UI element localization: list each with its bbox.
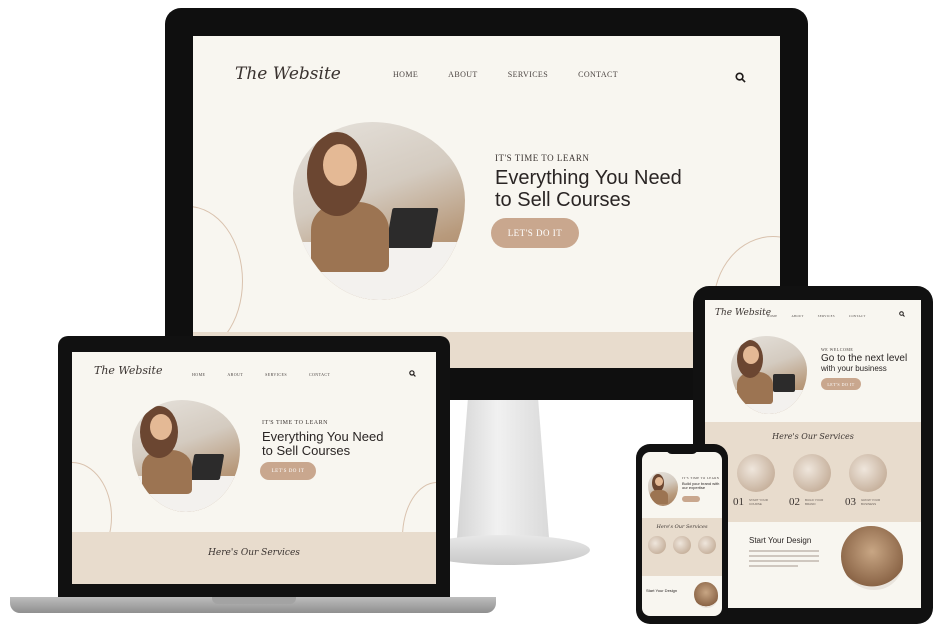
nav-contact[interactable]: CONTACT (578, 70, 618, 79)
nav-home[interactable]: HOME (393, 70, 418, 79)
cta-button[interactable]: LET'S DO IT (491, 218, 579, 248)
services-band (72, 532, 436, 584)
service-image-3 (849, 454, 887, 492)
phone-screen: IT'S TIME TO LEARN Build your brand with… (642, 452, 722, 616)
site-logo[interactable]: The Website (235, 64, 341, 84)
tablet: The Website HOME ABOUT SERVICES CONTACT … (693, 286, 933, 624)
desktop-nav: HOME ABOUT SERVICES CONTACT (393, 70, 618, 79)
hero-headline: Everything You Need to Sell Courses (495, 167, 745, 211)
service-image-1 (648, 536, 666, 554)
hero-headline: Build your brand with our expertise (682, 481, 720, 491)
hero-headline-line-1: Everything You Need (262, 429, 384, 444)
hero-kicker: IT'S TIME TO LEARN (682, 476, 720, 480)
start-design-title: Start Your Design (749, 536, 812, 545)
service-image-1 (737, 454, 775, 492)
cta-button[interactable]: LET'S DO IT (260, 462, 316, 480)
monitor-stand (456, 400, 550, 540)
laptop-screen: The Website HOME ABOUT SERVICES CONTACT (72, 352, 436, 584)
start-design-photo (694, 582, 718, 608)
site-logo[interactable]: The Website (94, 364, 162, 377)
hero-kicker: IT'S TIME TO LEARN (495, 153, 590, 163)
hero-headline-line-2: to Sell Courses (495, 188, 631, 211)
nav-services[interactable]: SERVICES (508, 70, 548, 79)
services-title: Here's Our Services (208, 548, 300, 558)
cta-button[interactable]: LET'S DO IT (821, 378, 861, 390)
hero-headline-line-2: to Sell Courses (262, 443, 351, 459)
nav-services[interactable]: SERVICES (265, 372, 287, 377)
service-number-2: 02 (789, 496, 800, 508)
hero-headline-line-1: Everything You Need (495, 167, 682, 189)
hero-photo (132, 400, 240, 512)
nav-home[interactable]: HOME (192, 372, 205, 377)
laptop: The Website HOME ABOUT SERVICES CONTACT (58, 336, 450, 598)
nav-contact[interactable]: CONTACT (849, 314, 866, 318)
service-label-2: BUILD YOUR BRAND (805, 498, 824, 506)
search-icon[interactable] (899, 311, 905, 317)
service-number-3: 03 (845, 496, 856, 508)
nav-about[interactable]: ABOUT (791, 314, 803, 318)
laptop-nav: HOME ABOUT SERVICES CONTACT (192, 372, 330, 377)
search-icon[interactable] (735, 72, 746, 83)
start-design-photo (841, 526, 903, 590)
service-image-2 (793, 454, 831, 492)
site-logo[interactable]: The Website (715, 308, 771, 318)
laptop-notch (212, 597, 296, 604)
hero-photo (731, 336, 807, 414)
tablet-nav: HOME ABOUT SERVICES CONTACT (767, 314, 866, 318)
start-design-text (749, 550, 819, 570)
cta-button[interactable] (682, 496, 700, 502)
phone: IT'S TIME TO LEARN Build your brand with… (636, 444, 728, 624)
nav-about[interactable]: ABOUT (448, 70, 478, 79)
phone-notch (666, 448, 698, 454)
hero-headline: Everything You Need to Sell Courses (262, 429, 412, 459)
hero-headline: Go to the next level with your business (821, 353, 921, 373)
service-label-3: GROW YOUR BUSINESS (861, 498, 881, 506)
start-design-title: Start Your Design (646, 588, 678, 593)
search-icon[interactable] (409, 370, 416, 377)
hero-headline-line-2: with your business (821, 363, 887, 373)
nav-services[interactable]: SERVICES (818, 314, 835, 318)
service-label-1: START YOUR COURSE (749, 498, 768, 506)
responsive-mockup: The Website HOME ABOUT SERVICES CONTACT (0, 0, 933, 628)
nav-contact[interactable]: CONTACT (309, 372, 330, 377)
hero-photo (293, 122, 465, 300)
hero-kicker: IT'S TIME TO LEARN (262, 420, 328, 426)
hero-kicker: WE WELCOME (821, 347, 854, 352)
desktop-header: The Website HOME ABOUT SERVICES CONTACT (193, 36, 780, 116)
service-image-2 (673, 536, 691, 554)
service-image-3 (698, 536, 716, 554)
tablet-screen: The Website HOME ABOUT SERVICES CONTACT … (705, 300, 921, 608)
services-title: Here's Our Services (772, 432, 854, 441)
desktop-screen: The Website HOME ABOUT SERVICES CONTACT (193, 36, 780, 368)
nav-home[interactable]: HOME (767, 314, 777, 318)
service-number-1: 01 (733, 496, 744, 508)
services-title: Here's Our Services (656, 524, 708, 530)
hero-photo (648, 472, 678, 506)
nav-about[interactable]: ABOUT (227, 372, 243, 377)
